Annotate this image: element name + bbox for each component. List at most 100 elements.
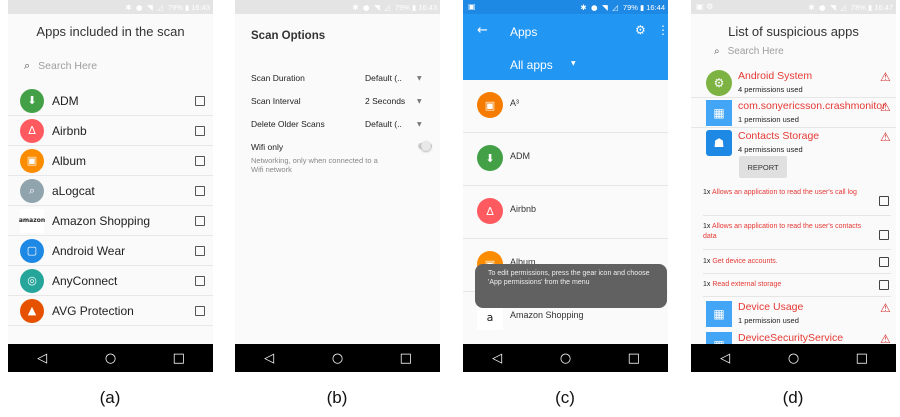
app-name: Contacts Storage xyxy=(738,130,820,142)
toast-message: To edit permissions, press the gear icon… xyxy=(475,264,667,308)
scan-duration-row[interactable]: Scan Duration Default (.. ▼ xyxy=(251,73,431,83)
app-name: Album xyxy=(52,153,87,168)
list-item[interactable]: ⬇ ADM xyxy=(463,133,668,186)
delete-older-scans-value[interactable]: Default (.. xyxy=(365,119,417,129)
list-item[interactable]: ∆ Airbnb xyxy=(8,116,213,146)
permission-item[interactable]: 1x Get device accounts. xyxy=(703,257,891,274)
warning-icon: ⚠ xyxy=(880,70,891,84)
crashmonitor-icon: ▦ xyxy=(706,100,732,126)
back-arrow-icon[interactable]: ← xyxy=(477,23,488,38)
app-checkbox[interactable] xyxy=(195,185,205,196)
home-icon[interactable]: ○ xyxy=(317,351,357,366)
gear-icon[interactable]: ⚙ xyxy=(635,23,646,37)
back-icon[interactable]: ◁ xyxy=(477,351,517,366)
recents-icon[interactable]: □ xyxy=(842,351,882,366)
back-icon[interactable]: ◁ xyxy=(705,351,745,366)
scan-duration-value[interactable]: Default (.. xyxy=(365,73,417,83)
permission-text: 1x Allows an application to read the use… xyxy=(703,189,857,196)
app-name: aLogcat xyxy=(52,183,95,198)
app-filter-dropdown[interactable]: All apps ▼ xyxy=(463,50,668,80)
adm-icon: ⬇ xyxy=(20,88,44,113)
list-item[interactable]: ∆ Airbnb xyxy=(463,186,668,239)
device-security-icon: ▦ xyxy=(706,332,732,344)
app-name: Amazon Shopping xyxy=(510,310,584,320)
amazon-icon: amazon xyxy=(19,208,45,233)
app-checkbox[interactable] xyxy=(195,245,205,256)
avg-icon: ▲ xyxy=(20,298,44,323)
back-icon[interactable]: ◁ xyxy=(249,351,289,366)
app-checkbox[interactable] xyxy=(195,305,205,316)
search-input[interactable]: ⌕ Search Here xyxy=(714,46,784,57)
app-checkbox[interactable] xyxy=(195,275,205,286)
dropdown-arrow-icon[interactable]: ▼ xyxy=(417,73,422,83)
more-options-icon[interactable]: ⋮ xyxy=(657,23,668,37)
app-name: ADM xyxy=(52,93,79,108)
warning-icon: ⚠ xyxy=(880,100,891,114)
permission-checkbox[interactable] xyxy=(879,280,889,290)
status-text: 79% ▮ 16:43 xyxy=(394,2,437,12)
alogcat-icon: ⌕ xyxy=(20,178,44,203)
a3-icon: ▣ xyxy=(477,92,503,118)
permission-text: 1x Allows an application to read the use… xyxy=(703,223,862,240)
search-icon: ⌕ xyxy=(714,46,720,57)
app-name: Amazon Shopping xyxy=(52,213,151,228)
permission-text: 1x Get device accounts. xyxy=(703,258,778,265)
nav-bar: ◁ ○ □ xyxy=(235,344,440,372)
list-item[interactable]: ▲ AVG Protection xyxy=(8,296,213,326)
recents-icon[interactable]: □ xyxy=(386,351,426,366)
home-icon[interactable]: ○ xyxy=(773,351,813,366)
phone-panel-a: ✱ ● ◥ ◿ 79% ▮ 16:43 Apps included in the… xyxy=(8,0,213,372)
search-input[interactable]: ⌕ Search Here xyxy=(24,57,204,75)
suspicious-app-item[interactable]: ▦ com.sonyericsson.crashmonitor 1 permis… xyxy=(691,99,896,129)
app-permission-count: 1 permission used xyxy=(738,316,799,325)
airbnb-icon: ∆ xyxy=(477,198,503,224)
home-icon[interactable]: ○ xyxy=(90,351,130,366)
dropdown-arrow-icon[interactable]: ▼ xyxy=(417,119,422,129)
warning-icon: ⚠ xyxy=(880,332,891,344)
app-checkbox[interactable] xyxy=(195,215,205,226)
list-item[interactable]: ▢ Android Wear xyxy=(8,236,213,266)
scan-interval-row[interactable]: Scan Interval 2 Seconds ▼ xyxy=(251,96,431,106)
suspicious-app-item[interactable]: ▦ DeviceSecurityService ⚠ xyxy=(691,331,896,344)
list-item[interactable]: ⬇ ADM xyxy=(8,86,213,116)
home-icon[interactable]: ○ xyxy=(545,351,585,366)
list-item[interactable]: ◎ AnyConnect xyxy=(8,266,213,296)
album-icon: ▣ xyxy=(20,148,44,173)
filter-label: All apps xyxy=(510,58,553,72)
report-button[interactable]: REPORT xyxy=(739,156,787,178)
nav-bar: ◁ ○ □ xyxy=(691,344,896,372)
app-name: Android System xyxy=(738,70,813,82)
list-item[interactable]: amazon Amazon Shopping xyxy=(8,206,213,236)
list-item[interactable]: ▣ Album xyxy=(8,146,213,176)
caption-a: (a) xyxy=(99,388,121,407)
wifi-only-toggle[interactable] xyxy=(418,141,432,151)
dropdown-arrow-icon[interactable]: ▼ xyxy=(417,96,422,106)
page-title: Scan Options xyxy=(251,30,326,42)
permission-checkbox[interactable] xyxy=(879,230,889,240)
list-item[interactable]: ▣ A³ xyxy=(463,80,668,133)
permission-item[interactable]: 1x Allows an application to read the use… xyxy=(703,188,891,216)
delete-older-scans-label: Delete Older Scans xyxy=(251,119,325,129)
back-icon[interactable]: ◁ xyxy=(22,351,62,366)
permission-item[interactable]: 1x Read external storage xyxy=(703,280,891,297)
suspicious-app-item[interactable]: ☗ Contacts Storage 4 permissions used ⚠ xyxy=(691,129,896,159)
app-checkbox[interactable] xyxy=(195,125,205,136)
list-item[interactable]: ⌕ aLogcat xyxy=(8,176,213,206)
permission-checkbox[interactable] xyxy=(879,196,889,206)
status-bar: ▣ ✱ ● ◥ ◿ 79% ▮ 16:44 xyxy=(463,0,668,14)
search-icon: ⌕ xyxy=(24,59,31,72)
suspicious-app-item[interactable]: ⚙ Android System 4 permissions used ⚠ xyxy=(691,69,896,99)
status-icons: ✱ ● ◥ ◿ xyxy=(580,2,619,12)
wifi-only-label: Wifi only xyxy=(251,142,284,152)
nav-bar: ◁ ○ □ xyxy=(463,344,668,372)
suspicious-app-item[interactable]: ▦ Device Usage 1 permission used ⚠ xyxy=(691,300,896,330)
scan-interval-value[interactable]: 2 Seconds xyxy=(365,96,417,106)
permission-checkbox[interactable] xyxy=(879,257,889,267)
recents-icon[interactable]: □ xyxy=(159,351,199,366)
delete-older-scans-row[interactable]: Delete Older Scans Default (.. ▼ xyxy=(251,119,431,129)
recents-icon[interactable]: □ xyxy=(614,351,654,366)
divider xyxy=(691,127,896,128)
app-checkbox[interactable] xyxy=(195,95,205,106)
permission-item[interactable]: 1x Allows an application to read the use… xyxy=(703,222,891,250)
app-checkbox[interactable] xyxy=(195,155,205,166)
